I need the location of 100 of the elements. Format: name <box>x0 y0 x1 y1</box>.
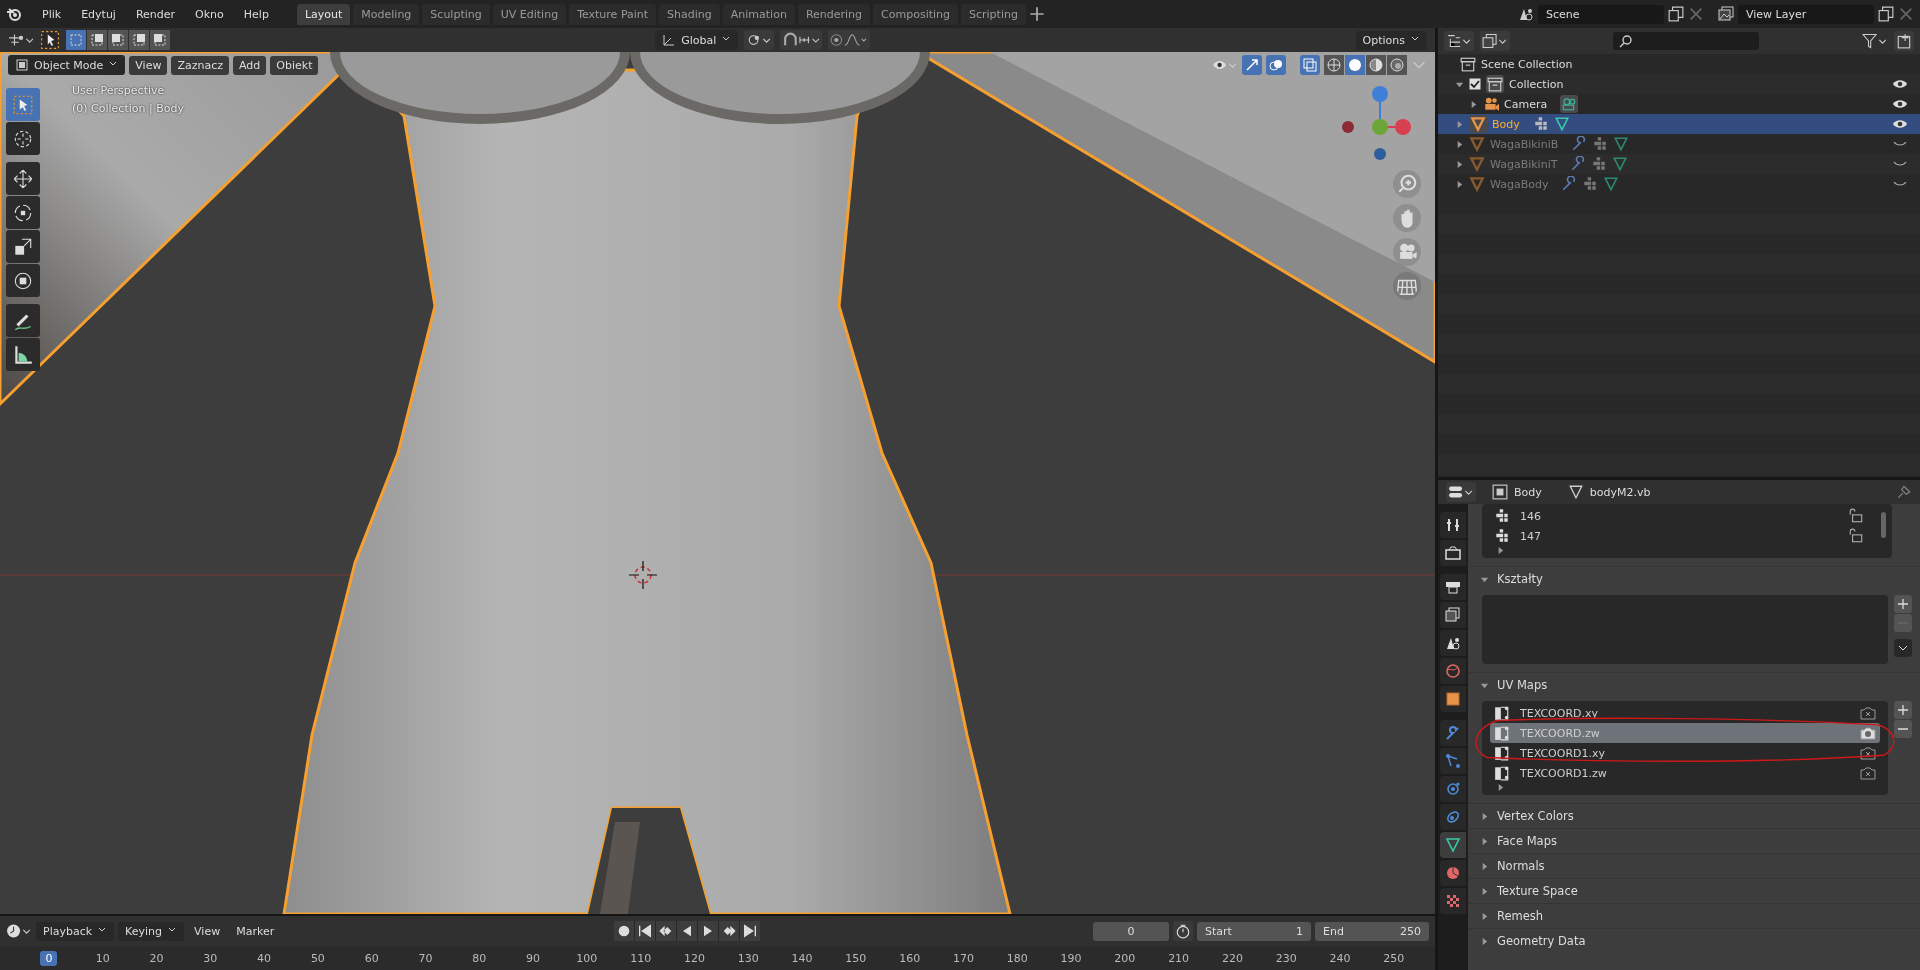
properties-tab[interactable] <box>1440 860 1466 886</box>
record-icon[interactable] <box>613 921 634 941</box>
next-keyframe-icon[interactable] <box>718 921 739 941</box>
workspace-tab[interactable]: Modeling <box>353 3 420 25</box>
outliner-item[interactable]: Scene Collection <box>1481 57 1573 71</box>
search-field[interactable] <box>1613 32 1759 50</box>
camera-icon[interactable] <box>1393 238 1421 266</box>
properties-tab[interactable] <box>1440 512 1466 538</box>
jump-start-icon[interactable] <box>634 921 655 941</box>
selection-mode-icon[interactable] <box>129 30 149 50</box>
eye-icon[interactable] <box>1892 78 1908 90</box>
shading-mode-icon[interactable] <box>1324 55 1344 75</box>
select-tool-icon[interactable] <box>40 30 60 50</box>
outliner-item[interactable]: Body <box>1492 117 1520 131</box>
pivot-icon[interactable] <box>744 30 775 50</box>
tool-button[interactable] <box>6 122 40 155</box>
frame-number[interactable]: 0 <box>40 950 58 966</box>
camera-off-icon[interactable] <box>1860 705 1876 721</box>
properties-tab[interactable] <box>1440 888 1466 914</box>
jump-end-icon[interactable] <box>739 921 760 941</box>
uv-map-row[interactable]: TEXCOORD1.xy <box>1490 743 1880 763</box>
properties-tab[interactable] <box>1440 602 1466 628</box>
menu-item[interactable]: Plik <box>34 7 70 21</box>
grid-icon[interactable] <box>1393 272 1421 300</box>
menu-item[interactable]: Edytuj <box>73 7 124 21</box>
end-frame-field[interactable]: End 250 <box>1315 921 1429 941</box>
outliner-row[interactable]: Body <box>1438 114 1920 134</box>
selection-mode-icon[interactable] <box>150 30 170 50</box>
blender-logo-icon[interactable] <box>6 6 22 22</box>
tool-button[interactable] <box>6 230 40 263</box>
proportional-editing-icon[interactable] <box>828 30 871 50</box>
chevron-down-icon[interactable] <box>1894 639 1912 657</box>
pin-icon[interactable] <box>1896 484 1912 500</box>
copy-icon[interactable] <box>1668 6 1684 22</box>
copy-icon[interactable] <box>1878 6 1894 22</box>
unlock-icon[interactable] <box>1848 508 1864 524</box>
tool-button[interactable] <box>6 338 40 371</box>
workspace-tab[interactable]: Compositing <box>873 3 958 25</box>
timeline-menu[interactable]: Keying <box>118 921 185 941</box>
play-icon[interactable] <box>697 921 718 941</box>
tool-button[interactable] <box>6 304 40 337</box>
view-layer-field[interactable]: View Layer <box>1738 4 1874 24</box>
selection-mode-icon[interactable] <box>87 30 107 50</box>
workspace-tab[interactable]: Scripting <box>961 3 1026 25</box>
properties-tab[interactable] <box>1440 658 1466 684</box>
shading-mode-icon[interactable] <box>1345 55 1365 75</box>
workspace-tab[interactable]: Rendering <box>797 3 871 25</box>
scene-field[interactable]: Scene <box>1538 4 1664 24</box>
expand-arrow-icon[interactable] <box>1496 783 1505 792</box>
shading-mode-icon[interactable] <box>1366 55 1386 75</box>
camera-off-icon[interactable] <box>1860 765 1876 781</box>
eye-icon[interactable] <box>1892 118 1908 130</box>
workspace-tab[interactable]: Texture Paint <box>569 3 657 25</box>
play-reverse-icon[interactable] <box>676 921 697 941</box>
clock-icon[interactable] <box>6 923 32 939</box>
mode-dropdown[interactable]: Object Mode <box>8 55 126 75</box>
tool-button[interactable] <box>6 162 40 195</box>
add-icon[interactable] <box>1894 595 1912 613</box>
menu-item[interactable]: Render <box>127 7 184 21</box>
workspace-tab[interactable]: Sculpting <box>422 3 490 25</box>
vertex-group-name[interactable]: 147 <box>1520 529 1541 543</box>
menu-item[interactable]: Help <box>235 7 277 21</box>
selection-mode-icon[interactable] <box>108 30 128 50</box>
unlock-icon[interactable] <box>1848 528 1864 544</box>
properties-tab[interactable] <box>1440 686 1466 712</box>
eye-icon[interactable] <box>1892 98 1908 110</box>
checkbox[interactable] <box>1469 78 1481 90</box>
view-layer-icon[interactable] <box>1480 31 1510 51</box>
camera-off-icon[interactable] <box>1860 745 1876 761</box>
outliner-item[interactable]: Camera <box>1504 97 1548 111</box>
remove-icon[interactable] <box>1894 720 1912 738</box>
timeline-menu[interactable]: Playback <box>36 921 115 941</box>
view-layer-icon[interactable] <box>1718 6 1734 22</box>
uv-map-row[interactable]: TEXCOORD1.zw <box>1490 763 1880 783</box>
workspace-tab[interactable]: UV Editing <box>492 3 567 25</box>
viewport-menu[interactable]: Obiekt <box>270 55 319 75</box>
camera-icon[interactable] <box>1860 725 1876 741</box>
menu-item[interactable]: Okno <box>187 7 232 21</box>
add-icon[interactable] <box>1894 701 1912 719</box>
shading-mode-icon[interactable] <box>1387 55 1407 75</box>
snap-icon[interactable] <box>780 30 823 50</box>
tool-button[interactable] <box>6 264 40 297</box>
scene-icon[interactable] <box>1518 6 1534 22</box>
overlay-toggle-icon[interactable] <box>1266 55 1286 75</box>
new-collection-icon[interactable] <box>1894 31 1914 51</box>
uv-map-row[interactable]: TEXCOORD.xy <box>1490 703 1880 723</box>
previous-keyframe-icon[interactable] <box>655 921 676 941</box>
display-mode-icon[interactable] <box>1444 31 1474 51</box>
current-frame-field[interactable]: 0 <box>1093 921 1169 941</box>
gizmo-toggle-icon[interactable] <box>1242 55 1262 75</box>
properties-tab[interactable] <box>1440 574 1466 600</box>
properties-tab[interactable] <box>1440 540 1466 566</box>
viewport-menu[interactable]: View <box>129 55 168 75</box>
timeline-menu[interactable]: View <box>188 921 227 941</box>
vertex-group-name[interactable]: 146 <box>1520 509 1541 523</box>
editor-type-icon[interactable] <box>8 32 34 48</box>
orientation-dropdown[interactable]: Global <box>655 30 739 50</box>
filter-icon[interactable] <box>1862 33 1888 49</box>
editor-type-icon[interactable] <box>1446 482 1476 502</box>
start-frame-field[interactable]: Start 1 <box>1197 921 1311 941</box>
